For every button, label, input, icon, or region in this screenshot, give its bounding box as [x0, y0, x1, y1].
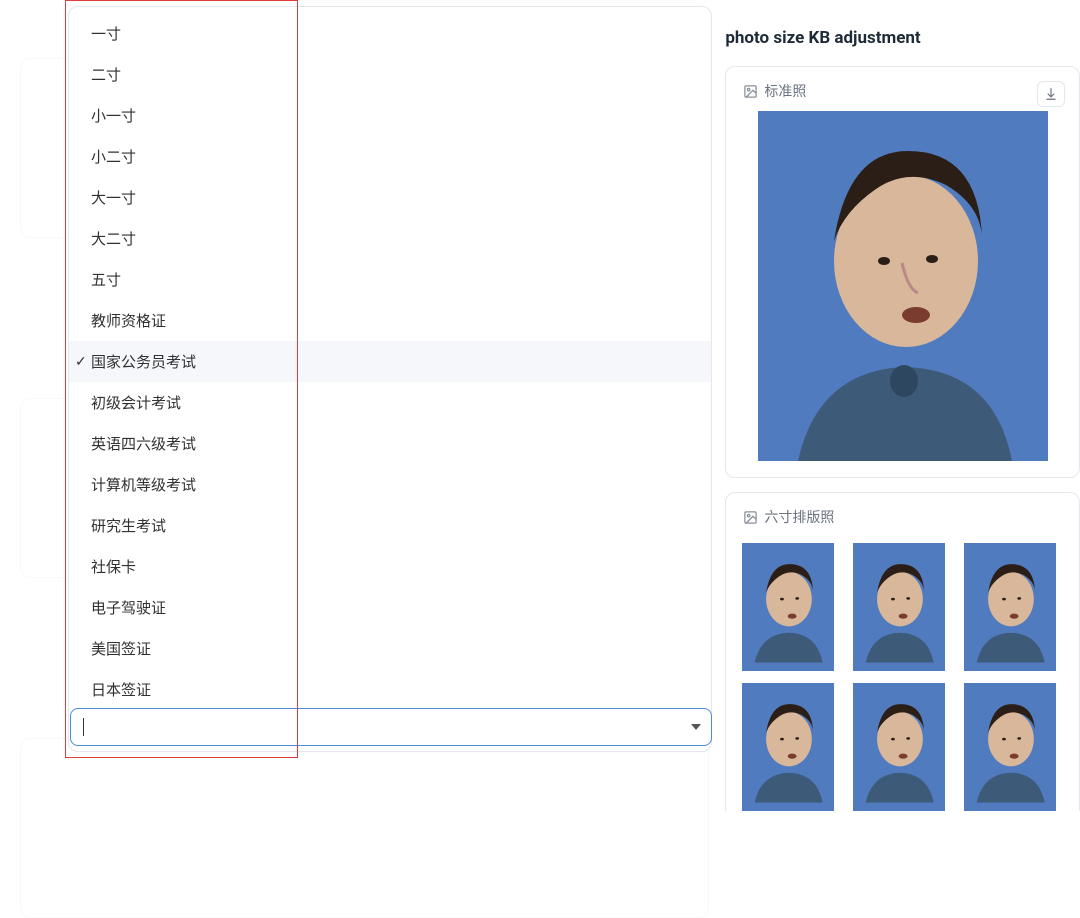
portrait-image	[853, 683, 945, 811]
grid-photo	[964, 543, 1056, 671]
grid-photo	[853, 543, 945, 671]
dropdown-item-label: 二寸	[91, 64, 121, 85]
portrait-image	[964, 683, 1056, 811]
download-button[interactable]	[1037, 81, 1065, 107]
portrait-image	[758, 111, 1048, 461]
grid-photo	[742, 543, 834, 671]
portrait-image	[964, 543, 1056, 671]
dropdown-item[interactable]: ✓一寸	[69, 13, 711, 54]
size-combobox[interactable]	[70, 708, 712, 746]
check-icon: ✓	[75, 354, 87, 370]
dropdown-item[interactable]: ✓小一寸	[69, 95, 711, 136]
dropdown-item-label: 电子驾驶证	[91, 597, 166, 618]
dropdown-item[interactable]: ✓大二寸	[69, 218, 711, 259]
panel-tag-label: 六寸排版照	[764, 507, 834, 527]
grid-photo	[853, 683, 945, 811]
text-cursor	[83, 718, 84, 736]
dropdown-item[interactable]: ✓二寸	[69, 54, 711, 95]
size-dropdown-list[interactable]: ✓一寸✓二寸✓小一寸✓小二寸✓大一寸✓大二寸✓五寸✓教师资格证✓国家公务员考试✓…	[68, 6, 712, 752]
dropdown-item[interactable]: ✓英语四六级考试	[69, 423, 711, 464]
download-icon	[1043, 86, 1059, 102]
panel-tag-label: 标准照	[764, 81, 806, 101]
photo-grid	[742, 537, 1063, 811]
dropdown-item[interactable]: ✓大一寸	[69, 177, 711, 218]
dropdown-item-label: 计算机等级考试	[91, 474, 196, 495]
dropdown-item-label: 教师资格证	[91, 310, 166, 331]
dropdown-item[interactable]: ✓小二寸	[69, 136, 711, 177]
portrait-image	[853, 543, 945, 671]
grid-photo	[964, 683, 1056, 811]
dropdown-item[interactable]: ✓美国签证	[69, 628, 711, 669]
dropdown-item[interactable]: ✓国家公务员考试	[69, 341, 711, 382]
dropdown-item-label: 小一寸	[91, 105, 136, 126]
standard-photo	[758, 111, 1048, 461]
form-column: ✓一寸✓二寸✓小一寸✓小二寸✓大一寸✓大二寸✓五寸✓教师资格证✓国家公务员考试✓…	[0, 0, 709, 825]
card-placeholder	[20, 738, 709, 918]
panel-header: 六寸排版照	[742, 507, 1063, 527]
dropdown-item-label: 美国签证	[91, 638, 151, 659]
six-inch-grid-panel: 六寸排版照	[725, 492, 1080, 811]
grid-photo	[742, 683, 834, 811]
dropdown-item-label: 大二寸	[91, 228, 136, 249]
dropdown-item-label: 研究生考试	[91, 515, 166, 536]
dropdown-item[interactable]: ✓电子驾驶证	[69, 587, 711, 628]
dropdown-item-label: 五寸	[91, 269, 121, 290]
dropdown-item[interactable]: ✓社保卡	[69, 546, 711, 587]
chevron-down-icon	[691, 724, 701, 730]
dropdown-item[interactable]: ✓初级会计考试	[69, 382, 711, 423]
dropdown-item-label: 大一寸	[91, 187, 136, 208]
dropdown-item-label: 小二寸	[91, 146, 136, 167]
standard-photo-panel: 标准照	[725, 66, 1080, 478]
portrait-image	[742, 543, 834, 671]
page-title: photo size KB adjustment	[725, 0, 1080, 66]
dropdown-item-label: 初级会计考试	[91, 392, 181, 413]
preview-column: photo size KB adjustment 标准照	[725, 0, 1080, 825]
dropdown-item[interactable]: ✓研究生考试	[69, 505, 711, 546]
image-icon	[742, 509, 758, 525]
dropdown-item[interactable]: ✓教师资格证	[69, 300, 711, 341]
dropdown-item-label: 日本签证	[91, 679, 151, 700]
dropdown-item-label: 国家公务员考试	[91, 351, 196, 372]
dropdown-item-label: 社保卡	[91, 556, 136, 577]
dropdown-item[interactable]: ✓五寸	[69, 259, 711, 300]
portrait-image	[742, 683, 834, 811]
dropdown-item-label: 英语四六级考试	[91, 433, 196, 454]
dropdown-item[interactable]: ✓计算机等级考试	[69, 464, 711, 505]
image-icon	[742, 83, 758, 99]
dropdown-item[interactable]: ✓日本签证	[69, 669, 711, 710]
dropdown-item-label: 一寸	[91, 23, 121, 44]
panel-header: 标准照	[742, 81, 1063, 101]
